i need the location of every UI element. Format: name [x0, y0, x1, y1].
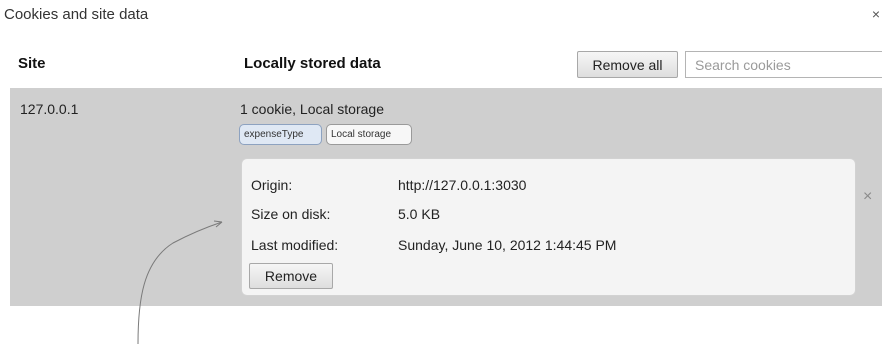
- annotation-pointer-line: [137, 221, 223, 344]
- annotation-pointer: [137, 220, 223, 344]
